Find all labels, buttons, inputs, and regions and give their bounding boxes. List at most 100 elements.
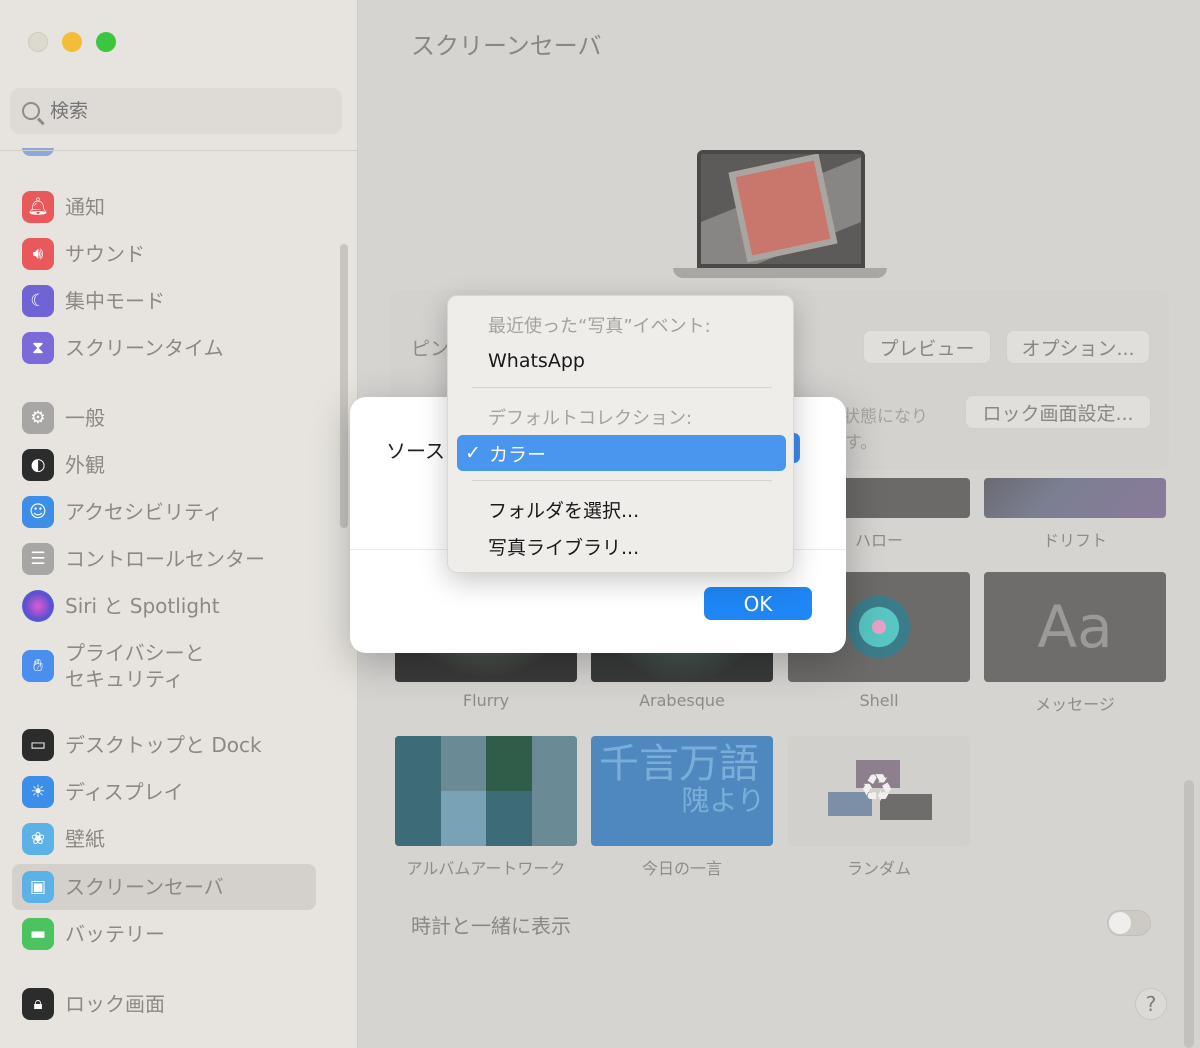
wallpaper-icon: ❀ (22, 823, 54, 855)
shuffle-icon: ♻ (860, 766, 895, 810)
sidebar-item-privacy-security[interactable]: ✋︎ プライバシーと セキュリティ (12, 630, 316, 702)
sidebar-item-label: コントロールセンター (65, 546, 265, 571)
sidebar-item-displays[interactable]: ☀ ディスプレイ (12, 769, 316, 815)
display-icon: ☀ (22, 776, 54, 808)
sidebar-item-label: 一般 (65, 405, 105, 430)
sidebar-item-general[interactable]: ⚙ 一般 (12, 395, 316, 441)
thumbnail-label: アルバムアートワーク (406, 859, 566, 878)
minimize-window-button[interactable] (62, 32, 82, 52)
sidebar-search[interactable] (10, 88, 342, 134)
sidebar-item-wallpaper[interactable]: ❀ 壁紙 (12, 816, 316, 862)
sidebar-item-appearance[interactable]: ◐ 外観 (12, 442, 316, 488)
sidebar-item-label: 壁紙 (65, 826, 105, 851)
thumbnail-label: ランダム (846, 859, 911, 878)
sidebar-item-accessibility[interactable]: ☺ アクセシビリティ (12, 489, 316, 535)
screensaver-preview-image (673, 150, 893, 282)
sidebar-item-screen-time[interactable]: ⧗ スクリーンタイム (12, 325, 316, 371)
menu-item-color[interactable]: ✓ カラー (457, 435, 786, 471)
thumbnail-label: ドリフト (1042, 531, 1107, 550)
sidebar-item-label: サウンド (65, 241, 145, 266)
thumbnail-label: Shell (859, 691, 899, 710)
word-line-1: 千言万語 (599, 741, 759, 787)
thumbnail-word-of-the-day[interactable]: 千言万語 隗より (591, 736, 773, 846)
sidebar-item-label: バッテリー (65, 921, 165, 946)
sidebar: 🔔︎ 通知 🔊︎ サウンド ☾ 集中モード ⧗ スクリーンタイム ⚙ 一般 ◐ … (0, 0, 358, 1048)
dock-icon: ▭ (22, 729, 54, 761)
lock-icon: 🔒︎ (22, 988, 54, 1020)
screensaver-icon: ▣ (22, 871, 54, 903)
menu-item-whatsapp[interactable]: WhatsApp (456, 343, 786, 379)
battery-icon: ▬ (22, 918, 54, 950)
sidebar-item-label: ディスプレイ (65, 779, 184, 804)
sidebar-item-focus[interactable]: ☾ 集中モード (12, 278, 316, 324)
sidebar-divider (0, 150, 357, 151)
search-input[interactable] (50, 100, 310, 122)
sidebar-item-label: アクセシビリティ (65, 499, 223, 524)
menu-item-label: WhatsApp (488, 350, 585, 372)
show-with-clock-toggle[interactable] (1107, 910, 1151, 936)
thumbnail-drift[interactable] (984, 478, 1166, 518)
appearance-icon: ◐ (22, 449, 54, 481)
sidebar-item-lock-screen[interactable]: 🔒︎ ロック画面 (12, 981, 316, 1027)
message-glyph: Aa (1037, 593, 1113, 661)
gear-icon: ⚙ (22, 402, 54, 434)
sidebar-item-notifications[interactable]: 🔔︎ 通知 (12, 184, 316, 230)
options-button[interactable]: オプション... (1006, 330, 1150, 364)
sidebar-item-control-center[interactable]: ☰ コントロールセンター (12, 536, 316, 582)
menu-separator (472, 387, 772, 388)
page-title: スクリーンセーバ (411, 32, 602, 60)
moon-icon: ☾ (22, 285, 54, 317)
sidebar-item-desktop-dock[interactable]: ▭ デスクトップと Dock (12, 722, 316, 768)
sidebar-item-label: 通知 (65, 194, 105, 219)
sidebar-item-label: 集中モード (65, 288, 165, 313)
sidebar-item-label: プライバシーと セキュリティ (65, 641, 205, 691)
speaker-icon: 🔊︎ (22, 238, 54, 270)
ok-button[interactable]: OK (704, 587, 812, 620)
idle-description-text-2: す。 (845, 433, 878, 453)
source-label: ソース (386, 439, 445, 463)
menu-item-label: 写真ライブラリ... (488, 536, 640, 559)
sidebar-item-battery[interactable]: ▬ バッテリー (12, 911, 316, 957)
menu-separator (472, 480, 772, 481)
sidebar-scrollbar[interactable] (340, 244, 348, 528)
zoom-window-button[interactable] (96, 32, 116, 52)
show-with-clock-label: 時計と一緒に表示 (411, 914, 571, 938)
thumbnail-label: メッセージ (1035, 695, 1115, 714)
bell-icon: 🔔︎ (22, 191, 54, 223)
menu-item-photo-library[interactable]: 写真ライブラリ... (456, 528, 786, 564)
preview-button[interactable]: プレビュー (863, 330, 991, 364)
search-icon (22, 102, 40, 120)
menu-header-recent: 最近使った“写真”イベント: (488, 316, 711, 337)
sidebar-item-sound[interactable]: 🔊︎ サウンド (12, 231, 316, 277)
lock-screen-settings-button[interactable]: ロック画面設定... (965, 395, 1151, 429)
accessibility-icon: ☺ (22, 496, 54, 528)
menu-item-label: フォルダを選択... (488, 499, 640, 522)
menu-header-default: デフォルトコレクション: (488, 408, 693, 429)
siri-icon (22, 590, 54, 622)
sidebar-item-label: ロック画面 (65, 991, 165, 1016)
thumbnail-label: Arabesque (639, 691, 725, 710)
menu-item-choose-folder[interactable]: フォルダを選択... (456, 491, 786, 527)
sidebar-item-label: 外観 (65, 452, 105, 477)
thumbnail-message[interactable]: Aa (984, 572, 1166, 682)
checkmark-icon: ✓ (465, 442, 481, 464)
sidebar-item-label: デスクトップと Dock (65, 732, 262, 757)
idle-description-text: 状態になり (843, 407, 928, 427)
hourglass-icon: ⧗ (22, 332, 54, 364)
main-scrollbar[interactable] (1184, 780, 1194, 1048)
sidebar-item-label: スクリーンセーバ (65, 874, 224, 899)
help-button[interactable]: ? (1135, 988, 1167, 1020)
partial-label: ピン (411, 338, 450, 360)
sidebar-item-label: スクリーンタイム (65, 335, 224, 360)
source-dropdown-menu: 最近使った“写真”イベント: WhatsApp デフォルトコレクション: ✓ カ… (447, 295, 794, 573)
thumbnail-random[interactable]: ♻ (788, 736, 970, 846)
close-window-button[interactable] (28, 32, 48, 52)
thumbnail-album-artwork[interactable] (395, 736, 577, 846)
control-center-icon: ☰ (22, 543, 54, 575)
sidebar-item-siri-spotlight[interactable]: Siri と Spotlight (12, 583, 316, 629)
sidebar-item-screen-saver[interactable]: ▣ スクリーンセーバ (12, 864, 316, 910)
thumbnail-label: 今日の一言 (641, 859, 722, 878)
hand-icon: ✋︎ (22, 650, 54, 682)
window-controls (28, 32, 116, 52)
thumbnail-label: Flurry (462, 691, 510, 710)
